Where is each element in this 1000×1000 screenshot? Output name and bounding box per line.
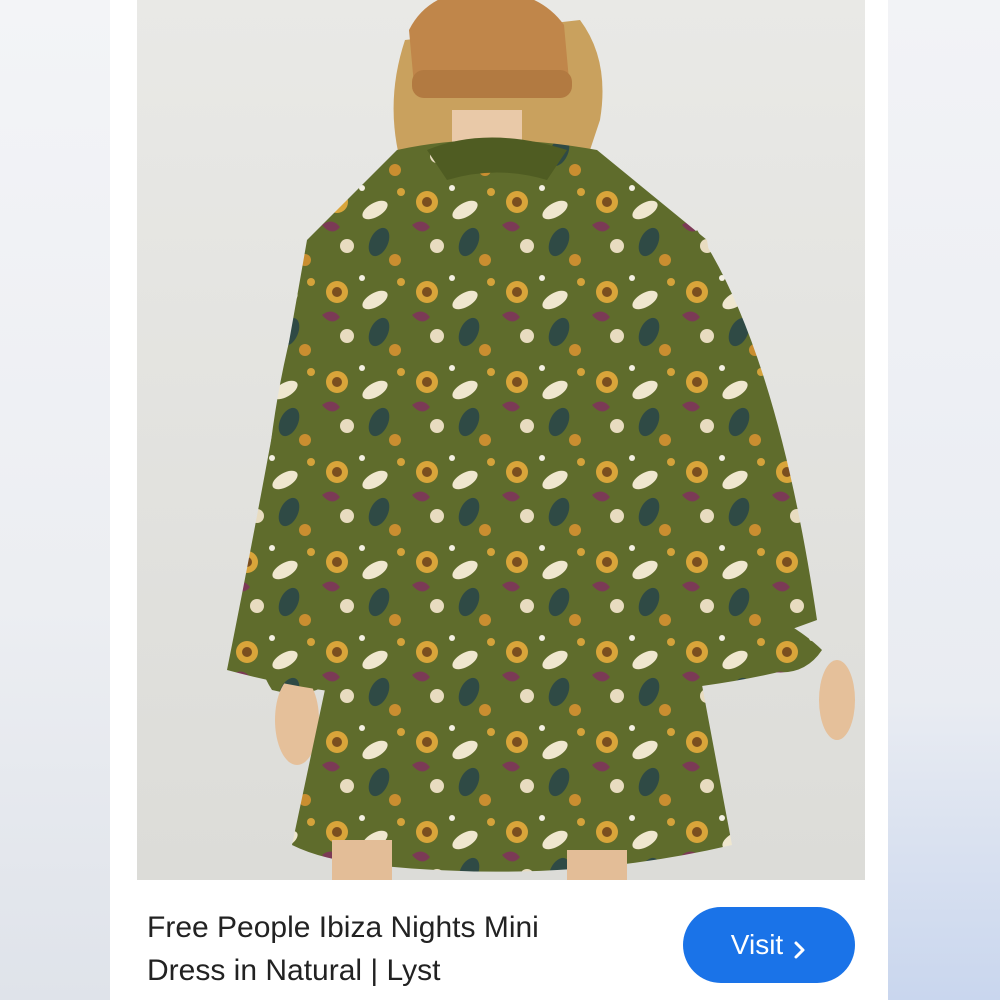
- visit-button[interactable]: Visit: [683, 907, 855, 983]
- product-title[interactable]: Free People Ibiza Nights Mini Dress in N…: [147, 906, 647, 992]
- background-right: [888, 0, 1000, 1000]
- background-left: [0, 0, 110, 1000]
- visit-button-label: Visit: [730, 929, 784, 960]
- product-title-line2: Dress in Natural | Lyst: [147, 954, 441, 987]
- product-title-line1: Free People Ibiza Nights Mini: [147, 911, 539, 944]
- chevron-right-icon: [793, 935, 807, 959]
- product-image[interactable]: [137, 0, 865, 880]
